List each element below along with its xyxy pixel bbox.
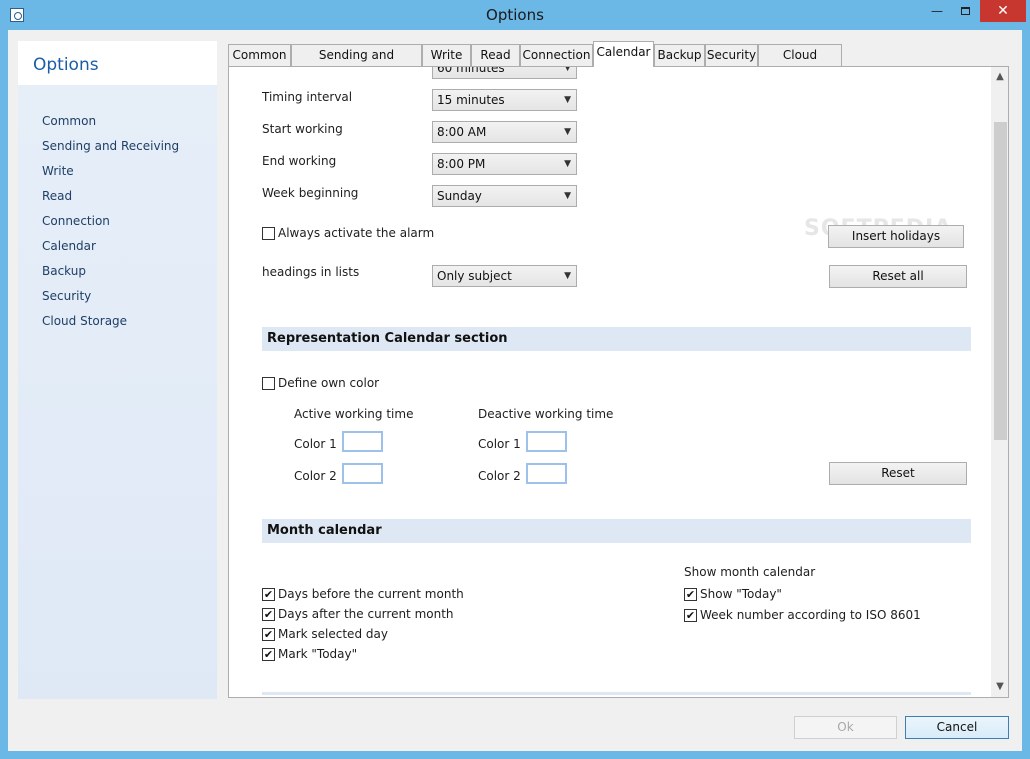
tab-connection[interactable]: Connection <box>520 44 593 66</box>
title-bar[interactable]: Options — ✕ <box>0 0 1030 30</box>
tab-sending-receiving[interactable]: Sending and Receiving <box>291 44 422 82</box>
sidebar-item-calendar[interactable]: Calendar <box>42 239 96 253</box>
show-today-checkbox[interactable]: ✔ <box>684 588 697 601</box>
deactive-color1-label: Color 1 <box>478 437 521 451</box>
minimize-icon: — <box>931 4 943 18</box>
sidebar-item-security[interactable]: Security <box>42 289 91 303</box>
sidebar-item-cloud-storage[interactable]: Cloud Storage <box>42 314 127 328</box>
show-today-label: Show "Today" <box>700 587 782 601</box>
tab-security[interactable]: Security <box>705 44 758 66</box>
sidebar-title: Options <box>33 55 99 75</box>
minimize-button[interactable]: — <box>922 0 952 22</box>
timing-interval-label: Timing interval <box>262 90 353 104</box>
active-working-time-heading: Active working time <box>294 407 414 421</box>
next-section-edge <box>262 692 971 695</box>
active-color2-swatch[interactable] <box>342 463 383 484</box>
tab-write[interactable]: Write <box>422 44 471 66</box>
headings-label: headings in lists <box>262 265 360 279</box>
week-beginning-value: Sunday <box>437 189 482 203</box>
active-color2-label: Color 2 <box>294 469 337 483</box>
deactive-color2-swatch[interactable] <box>526 463 567 484</box>
representation-section-heading: Representation Calendar section <box>262 327 971 351</box>
dialog-client: Options Common Sending and Receiving Wri… <box>8 30 1022 751</box>
end-working-label: End working <box>262 154 337 168</box>
tab-read[interactable]: Read <box>471 44 520 66</box>
active-color1-label: Color 1 <box>294 437 337 451</box>
options-window: Options — ✕ Options Common Sending and R… <box>0 0 1030 759</box>
define-own-color-label: Define own color <box>278 376 380 390</box>
always-alarm-label: Always activate the alarm <box>278 226 435 240</box>
mark-today-label: Mark "Today" <box>278 647 358 661</box>
cancel-button[interactable]: Cancel <box>905 716 1009 739</box>
insert-holidays-button[interactable]: Insert holidays <box>828 225 964 248</box>
week-number-checkbox[interactable]: ✔ <box>684 609 697 622</box>
month-calendar-section-heading: Month calendar <box>262 519 971 543</box>
partial-duration-value: 60 minutes <box>437 66 505 75</box>
scroll-down-icon[interactable]: ▼ <box>991 679 1008 695</box>
chevron-down-icon: ▼ <box>564 66 571 73</box>
start-working-label: Start working <box>262 122 343 136</box>
ok-button[interactable]: Ok <box>794 716 897 739</box>
deactive-working-time-heading: Deactive working time <box>478 407 614 421</box>
window-title: Options <box>486 6 544 24</box>
show-month-calendar-heading: Show month calendar <box>684 565 816 579</box>
week-number-label: Week number according to ISO 8601 <box>700 608 921 622</box>
start-working-value: 8:00 AM <box>437 125 487 139</box>
week-beginning-select[interactable]: Sunday ▼ <box>432 185 577 207</box>
maximize-icon <box>960 7 970 15</box>
sidebar-item-write[interactable]: Write <box>42 164 74 178</box>
headings-select[interactable]: Only subject ▼ <box>432 265 577 287</box>
days-after-label: Days after the current month <box>278 607 454 621</box>
sidebar-item-sending-receiving[interactable]: Sending and Receiving <box>42 139 179 153</box>
week-beginning-label: Week beginning <box>262 186 359 200</box>
end-working-select[interactable]: 8:00 PM ▼ <box>432 153 577 175</box>
sidebar-item-backup[interactable]: Backup <box>42 264 86 278</box>
end-working-value: 8:00 PM <box>437 157 486 171</box>
timing-interval-value: 15 minutes <box>437 93 505 107</box>
calendar-panel: SOFTPEDIA 60 minutes▼ Timing interval 15… <box>228 66 1009 698</box>
reset-all-button[interactable]: Reset all <box>829 265 967 288</box>
scroll-up-icon[interactable]: ▲ <box>991 69 1008 85</box>
timing-interval-select[interactable]: 15 minutes ▼ <box>432 89 577 111</box>
vertical-scrollbar[interactable]: ▲ ▼ <box>991 67 1008 697</box>
partial-duration-select[interactable]: 60 minutes ▼ <box>432 66 577 79</box>
tab-calendar[interactable]: Calendar <box>593 41 654 67</box>
days-before-checkbox[interactable]: ✔ <box>262 588 275 601</box>
tab-common[interactable]: Common <box>228 44 291 66</box>
days-before-label: Days before the current month <box>278 587 464 601</box>
tab-backup[interactable]: Backup <box>654 44 705 66</box>
chevron-down-icon: ▼ <box>564 271 571 281</box>
close-icon: ✕ <box>997 3 1009 19</box>
reset-colors-button[interactable]: Reset <box>829 462 967 485</box>
define-own-color-checkbox[interactable] <box>262 377 275 390</box>
scrollbar-thumb[interactable] <box>994 122 1007 440</box>
mark-selected-day-checkbox[interactable]: ✔ <box>262 628 275 641</box>
chevron-down-icon: ▼ <box>564 191 571 201</box>
sidebar-item-connection[interactable]: Connection <box>42 214 110 228</box>
tab-cloud-storage[interactable]: Cloud Storage <box>758 44 842 82</box>
chevron-down-icon: ▼ <box>564 127 571 137</box>
mark-selected-day-label: Mark selected day <box>278 627 388 641</box>
close-button[interactable]: ✕ <box>980 0 1026 22</box>
deactive-color1-swatch[interactable] <box>526 431 567 452</box>
chevron-down-icon: ▼ <box>564 159 571 169</box>
sidebar: Options Common Sending and Receiving Wri… <box>18 41 217 699</box>
deactive-color2-label: Color 2 <box>478 469 521 483</box>
start-working-select[interactable]: 8:00 AM ▼ <box>432 121 577 143</box>
maximize-button[interactable] <box>950 0 980 22</box>
always-alarm-checkbox[interactable] <box>262 227 275 240</box>
sidebar-item-common[interactable]: Common <box>42 114 96 128</box>
mark-today-checkbox[interactable]: ✔ <box>262 648 275 661</box>
chevron-down-icon: ▼ <box>564 95 571 105</box>
days-after-checkbox[interactable]: ✔ <box>262 608 275 621</box>
active-color1-swatch[interactable] <box>342 431 383 452</box>
sidebar-item-read[interactable]: Read <box>42 189 72 203</box>
headings-value: Only subject <box>437 269 512 283</box>
